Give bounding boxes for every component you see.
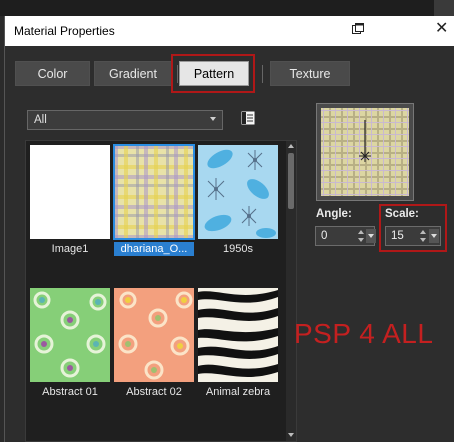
pattern-scrollbar[interactable] (286, 141, 296, 441)
pattern-preview[interactable] (316, 103, 414, 201)
file-browse-icon[interactable] (241, 111, 255, 125)
material-properties-dialog: Material Properties ✕ Color Gradient Pat… (4, 16, 454, 442)
highlight-box-pattern-tab (171, 54, 255, 93)
window-title: Material Properties (14, 24, 115, 38)
pattern-image (198, 145, 278, 239)
pattern-caption: Image1 (51, 243, 89, 255)
pattern-art (204, 149, 276, 238)
pattern-caption: dhariana_O... (114, 242, 194, 256)
restore-icon[interactable] (352, 23, 364, 35)
scroll-down-icon[interactable] (288, 433, 294, 437)
close-icon[interactable]: ✕ (435, 21, 448, 37)
pattern-preview-image (321, 108, 409, 196)
category-dropdown[interactable]: All (27, 110, 223, 130)
pattern-image (114, 288, 194, 382)
tab-divider (262, 65, 263, 83)
pattern-image (113, 144, 195, 240)
tab-color[interactable]: Color (15, 61, 90, 86)
chevron-down-icon (368, 234, 374, 238)
angle-dropdown-button[interactable] (366, 229, 376, 243)
background-strip (0, 0, 454, 16)
scroll-thumb[interactable] (288, 153, 294, 209)
angle-spinbox[interactable]: 0 (315, 226, 376, 246)
pattern-image (30, 288, 110, 382)
pattern-image (198, 288, 278, 382)
pattern-caption: Animal zebra (205, 386, 271, 398)
chevron-down-icon (210, 117, 216, 121)
watermark-text: PSP 4 ALL (294, 318, 434, 349)
pattern-caption: Abstract 01 (42, 386, 98, 398)
tab-gradient[interactable]: Gradient (94, 61, 172, 86)
background-window-edge (434, 0, 454, 16)
category-dropdown-value: All (34, 114, 47, 126)
pattern-image (30, 145, 110, 239)
angle-value: 0 (321, 230, 328, 242)
spin-arrows-icon[interactable] (358, 229, 366, 243)
pattern-caption: 1950s (223, 243, 253, 255)
pattern-art (33, 291, 107, 378)
scroll-up-icon[interactable] (288, 144, 294, 148)
pattern-grid: Image1 dhariana_O... 1950s Abstract 01 A… (25, 140, 297, 442)
highlight-box-scale (379, 204, 447, 252)
angle-label: Angle: (316, 208, 352, 220)
pattern-art (198, 290, 278, 377)
title-bar: Material Properties ✕ (5, 16, 454, 46)
tab-texture[interactable]: Texture (270, 61, 350, 86)
pattern-caption: Abstract 02 (126, 386, 182, 398)
pattern-art (118, 291, 193, 380)
